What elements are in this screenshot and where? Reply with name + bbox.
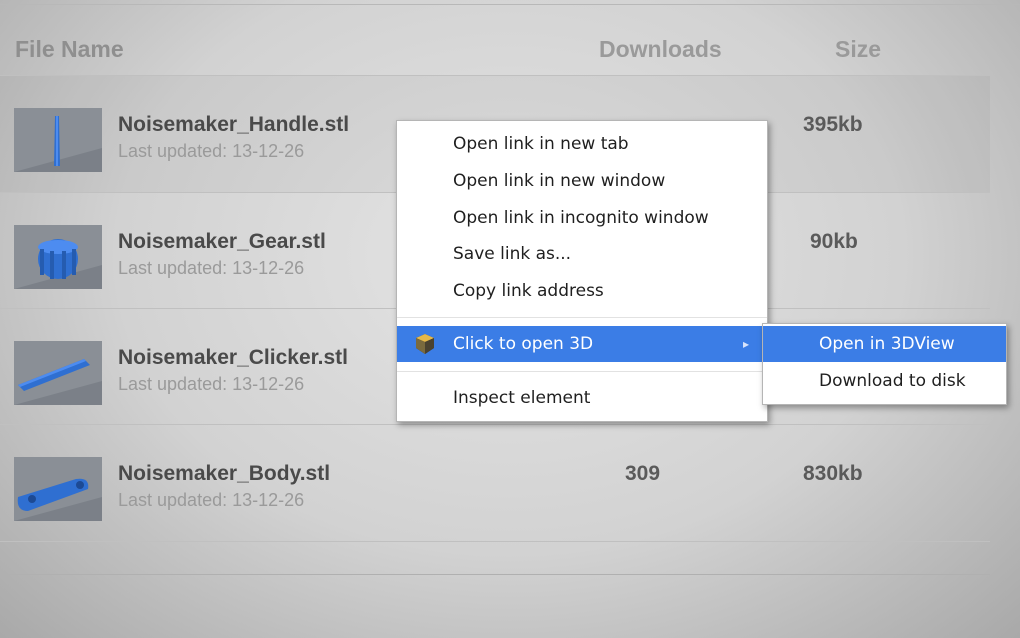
menu-item-inspect-element[interactable]: Inspect element bbox=[397, 380, 767, 416]
row-divider bbox=[0, 541, 990, 542]
column-header-downloads[interactable]: Downloads bbox=[599, 36, 722, 63]
last-updated-text: Last updated: 13-12-26 bbox=[118, 258, 305, 278]
menu-item-label: Open in 3DView bbox=[819, 334, 955, 354]
menu-item-label: Open link in new window bbox=[453, 171, 666, 191]
file-name-link[interactable]: Noisemaker_Gear.stl bbox=[118, 230, 326, 254]
3d-cube-icon bbox=[416, 334, 434, 354]
table-row[interactable]: Noisemaker_Body.stl Last updated: 13-12-… bbox=[0, 425, 990, 541]
menu-item-label: Open link in new tab bbox=[453, 134, 629, 154]
submenu-item-download-to-disk[interactable]: Download to disk bbox=[763, 363, 1006, 399]
column-header-file-name[interactable]: File Name bbox=[15, 36, 124, 63]
menu-item-label: Click to open 3D bbox=[453, 334, 594, 354]
file-name-link[interactable]: Noisemaker_Handle.stl bbox=[118, 113, 349, 137]
context-menu: Open link in new tab Open link in new wi… bbox=[396, 120, 768, 422]
column-header-size[interactable]: Size bbox=[835, 36, 881, 63]
submenu-3d: Open in 3DView Download to disk bbox=[762, 323, 1007, 405]
handle-thumbnail[interactable] bbox=[14, 108, 102, 172]
submenu-arrow-icon: ▸ bbox=[743, 337, 750, 351]
body-thumbnail[interactable] bbox=[14, 457, 102, 521]
file-name-link[interactable]: Noisemaker_Body.stl bbox=[118, 462, 330, 486]
file-size: 830kb bbox=[803, 462, 863, 485]
menu-item-label: Download to disk bbox=[819, 371, 966, 391]
table-header: File Name Downloads Size bbox=[0, 36, 1020, 66]
menu-item-open-new-window[interactable]: Open link in new window bbox=[397, 163, 767, 199]
last-updated-text: Last updated: 13-12-26 bbox=[118, 141, 305, 161]
menu-separator bbox=[397, 371, 767, 372]
footer-divider bbox=[0, 574, 990, 575]
menu-item-label: Copy link address bbox=[453, 281, 604, 301]
clicker-thumbnail[interactable] bbox=[14, 341, 102, 405]
menu-item-copy-link-address[interactable]: Copy link address bbox=[397, 273, 767, 309]
last-updated-text: Last updated: 13-12-26 bbox=[118, 490, 305, 510]
gear-thumbnail[interactable] bbox=[14, 225, 102, 289]
menu-item-save-link-as[interactable]: Save link as... bbox=[397, 236, 767, 272]
file-size: 90kb bbox=[810, 230, 858, 253]
download-count: 309 bbox=[625, 462, 661, 485]
menu-item-open-incognito[interactable]: Open link in incognito window bbox=[397, 200, 767, 236]
file-name-link[interactable]: Noisemaker_Clicker.stl bbox=[118, 346, 348, 370]
menu-separator bbox=[397, 317, 767, 318]
menu-item-label: Open link in incognito window bbox=[453, 208, 709, 228]
menu-item-click-to-open-3d[interactable]: Click to open 3D ▸ bbox=[397, 326, 767, 362]
file-size: 395kb bbox=[803, 113, 863, 136]
menu-item-label: Save link as... bbox=[453, 244, 572, 264]
menu-item-open-new-tab[interactable]: Open link in new tab bbox=[397, 126, 767, 162]
last-updated-text: Last updated: 13-12-26 bbox=[118, 374, 305, 394]
menu-item-label: Inspect element bbox=[453, 388, 591, 408]
submenu-item-open-in-3dview[interactable]: Open in 3DView bbox=[763, 326, 1006, 362]
top-divider bbox=[0, 4, 1020, 5]
